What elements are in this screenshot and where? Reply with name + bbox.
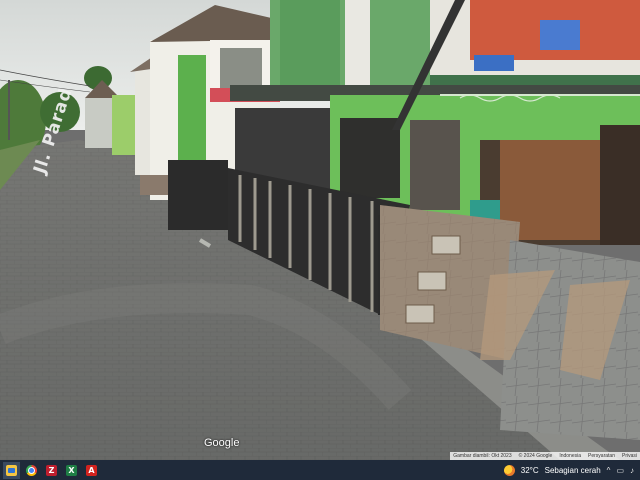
filezilla-icon: Z xyxy=(46,464,57,476)
taskbar-app-filezilla[interactable]: Z xyxy=(43,462,60,479)
capture-date: Gambar diambil: Okt 2023 xyxy=(453,453,512,459)
network-icon[interactable]: ▭ xyxy=(616,466,624,475)
windows-taskbar: Z X A 32°C Sebagian cerah ^ ▭ ♪ xyxy=(0,460,640,480)
terms-link[interactable]: Persyaratan xyxy=(588,453,615,459)
country-link[interactable]: Indonesia xyxy=(559,453,581,459)
attribution-bar: Gambar diambil: Okt 2023 © 2024 Google I… xyxy=(450,452,640,460)
privacy-link[interactable]: Privasi xyxy=(622,453,637,459)
street-scene xyxy=(0,0,640,460)
taskbar-app-excel[interactable]: X xyxy=(63,462,80,479)
chevron-up-icon[interactable]: ^ xyxy=(607,466,611,475)
taskbar-app-chrome[interactable] xyxy=(23,462,40,479)
system-tray: 32°C Sebagian cerah ^ ▭ ♪ xyxy=(503,460,640,480)
weather-condition[interactable]: Sebagian cerah xyxy=(545,466,601,475)
copyright-text: © 2024 Google xyxy=(518,453,553,459)
weather-icon[interactable] xyxy=(503,464,515,476)
google-watermark: Google xyxy=(204,437,240,449)
chrome-icon xyxy=(26,464,37,476)
taskbar-app-acrobat[interactable]: A xyxy=(83,462,100,479)
weather-temperature[interactable]: 32°C xyxy=(521,466,539,475)
folder-icon xyxy=(6,464,17,476)
street-view-panorama[interactable]: Jl. Parad Google Gambar diambil: Okt 202… xyxy=(0,0,640,460)
taskbar-app-file-explorer[interactable] xyxy=(3,461,20,479)
pdf-icon: A xyxy=(86,464,97,476)
excel-icon: X xyxy=(66,464,77,476)
volume-icon[interactable]: ♪ xyxy=(630,466,634,475)
